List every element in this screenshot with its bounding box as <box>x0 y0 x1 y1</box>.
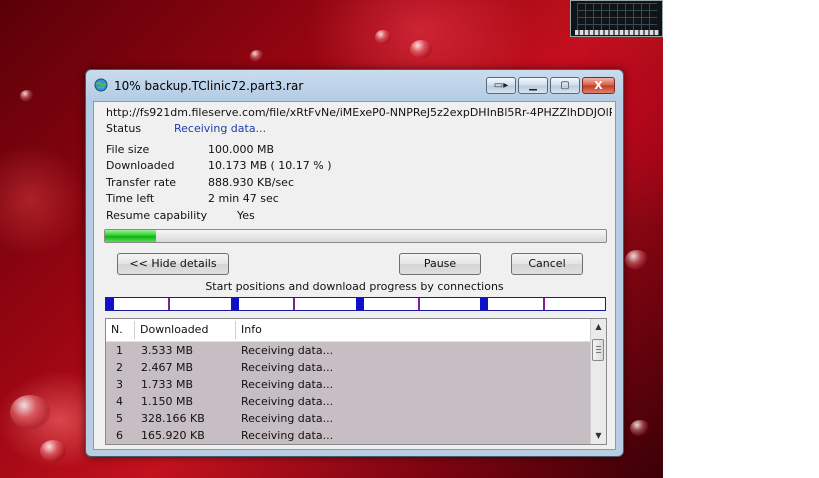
cancel-button[interactable]: Cancel <box>511 253 583 275</box>
minimize-button[interactable]: ▁ <box>518 77 548 94</box>
row-info: Receiving data... <box>241 361 334 374</box>
download-progress-window: 10% backup.TClinic72.part3.rar ▭▸ ▁ ▢ X … <box>85 69 624 457</box>
row-info: Receiving data... <box>241 429 334 442</box>
column-header-number[interactable]: N. <box>106 319 134 341</box>
water-drop <box>10 395 50 429</box>
maximize-button[interactable]: ▢ <box>550 77 580 94</box>
row-info: Receiving data... <box>241 395 334 408</box>
time-left-label: Time left <box>106 192 155 205</box>
water-drop <box>20 90 34 102</box>
close-icon: X <box>594 79 603 92</box>
connection-segment <box>355 298 418 310</box>
time-left-value: 2 min 47 sec <box>208 192 279 205</box>
transfer-rate-value: 888.930 KB/sec <box>208 176 294 189</box>
window-title: 10% backup.TClinic72.part3.rar <box>114 79 304 93</box>
row-info: Receiving data... <box>241 412 334 425</box>
connection-start-marker <box>293 298 296 310</box>
globe-download-icon <box>94 78 108 92</box>
row-number: 1 <box>116 344 123 357</box>
connection-segment <box>542 298 605 310</box>
row-downloaded: 3.533 MB <box>141 344 194 357</box>
gadget-graph <box>577 3 657 31</box>
row-number: 2 <box>116 361 123 374</box>
download-url[interactable]: http://fs921dm.fileserve.com/file/xRtFvN… <box>106 106 612 119</box>
resume-capability-value: Yes <box>237 209 255 222</box>
table-scrollbar[interactable]: ▲ ▼ <box>590 319 606 444</box>
scroll-down-arrow-icon[interactable]: ▼ <box>591 428 606 444</box>
water-drop <box>40 440 66 462</box>
water-drop <box>250 50 264 62</box>
maximize-icon: ▢ <box>560 80 570 91</box>
scroll-up-arrow-icon[interactable]: ▲ <box>591 319 606 335</box>
close-button[interactable]: X <box>582 77 615 94</box>
row-info: Receiving data... <box>241 344 334 357</box>
status-value: Receiving data... <box>174 122 267 135</box>
connection-start-marker <box>168 298 171 310</box>
table-row[interactable]: 1 3.533 MB Receiving data... <box>106 342 591 359</box>
row-number: 3 <box>116 378 123 391</box>
connection-segment <box>106 298 168 310</box>
pause-button[interactable]: Pause <box>399 253 481 275</box>
status-label: Status <box>106 122 142 135</box>
row-number: 5 <box>116 412 123 425</box>
scrollbar-thumb[interactable] <box>592 339 604 361</box>
row-downloaded: 165.920 KB <box>141 429 205 442</box>
title-bar[interactable]: 10% backup.TClinic72.part3.rar ▭▸ ▁ ▢ X <box>86 70 623 100</box>
connections-progress-bar <box>105 297 606 311</box>
download-progress-bar <box>104 229 607 243</box>
table-row[interactable]: 5 328.166 KB Receiving data... <box>106 410 591 427</box>
row-downloaded: 1.150 MB <box>141 395 194 408</box>
connection-segment <box>417 298 480 310</box>
row-number: 4 <box>116 395 123 408</box>
connections-table: N. Downloaded Info 1 3.533 MB Receiving da… <box>105 318 607 445</box>
connection-start-marker <box>542 298 545 310</box>
window-client-area: http://fs921dm.fileserve.com/file/xRtFvN… <box>93 101 616 450</box>
water-drop <box>630 420 650 436</box>
table-row[interactable]: 4 1.150 MB Receiving data... <box>106 393 591 410</box>
hide-details-button[interactable]: << Hide details <box>117 253 229 275</box>
row-number: 6 <box>116 429 123 442</box>
gadget-strip <box>575 30 659 35</box>
connection-start-marker <box>417 298 420 310</box>
connection-progress-fill <box>480 298 489 310</box>
connection-progress-fill <box>106 298 114 310</box>
connection-segment <box>480 298 542 310</box>
cpu-meter-gadget[interactable] <box>570 0 663 37</box>
arrow-right-icon: ▭▸ <box>493 80 509 91</box>
column-header-downloaded[interactable]: Downloaded <box>135 319 235 341</box>
minimize-icon: ▁ <box>529 80 537 91</box>
connection-progress-fill <box>230 298 239 310</box>
file-size-label: File size <box>106 143 150 156</box>
column-header-info[interactable]: Info <box>236 319 536 341</box>
file-size-value: 100.000 MB <box>208 143 275 156</box>
table-header: N. Downloaded Info <box>106 319 591 342</box>
connection-segment <box>293 298 355 310</box>
connection-progress-fill <box>355 298 364 310</box>
water-drop <box>375 30 391 44</box>
connections-caption: Start positions and download progress by… <box>205 280 504 293</box>
connection-segment <box>230 298 293 310</box>
progress-fill <box>105 230 156 242</box>
send-to-tray-button[interactable]: ▭▸ <box>486 77 516 94</box>
row-info: Receiving data... <box>241 378 334 391</box>
table-body: 1 3.533 MB Receiving data... 2 2.467 MB Recei… <box>106 342 591 444</box>
row-downloaded: 1.733 MB <box>141 378 194 391</box>
row-downloaded: 328.166 KB <box>141 412 205 425</box>
connection-segment <box>168 298 230 310</box>
table-row[interactable]: 3 1.733 MB Receiving data... <box>106 376 591 393</box>
resume-capability-label: Resume capability <box>106 209 208 222</box>
table-row[interactable]: 6 165.920 KB Receiving data... <box>106 427 591 444</box>
water-drop <box>410 40 432 58</box>
downloaded-value: 10.173 MB ( 10.17 % ) <box>208 159 332 172</box>
row-downloaded: 2.467 MB <box>141 361 194 374</box>
transfer-rate-label: Transfer rate <box>106 176 177 189</box>
water-drop <box>625 250 649 270</box>
downloaded-label: Downloaded <box>106 159 175 172</box>
table-row[interactable]: 2 2.467 MB Receiving data... <box>106 359 591 376</box>
